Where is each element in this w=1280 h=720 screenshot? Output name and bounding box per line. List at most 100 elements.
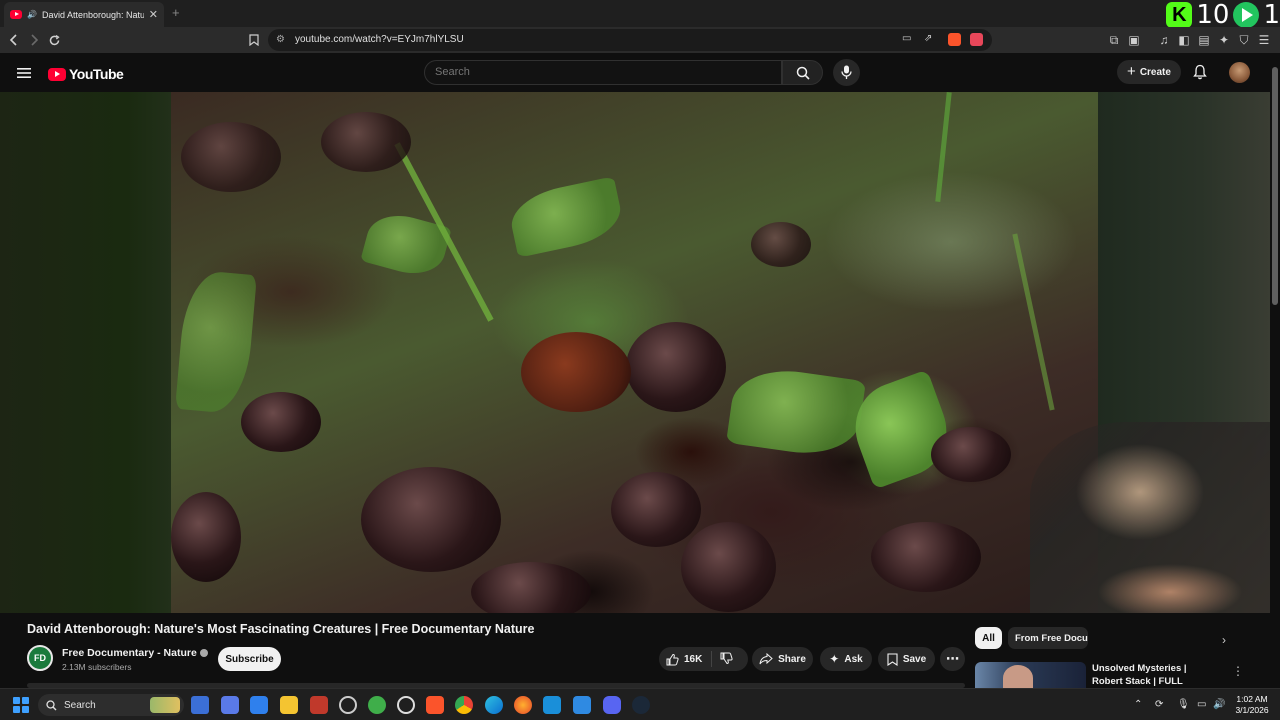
brave-browser-icon[interactable] — [426, 696, 444, 714]
share-page-icon[interactable]: ⇗ — [924, 33, 932, 44]
netflix-icon[interactable] — [310, 696, 328, 714]
video-grass — [935, 92, 952, 202]
taskbar-search[interactable]: Search — [38, 694, 184, 716]
video-leaf — [726, 363, 866, 461]
browser-tab[interactable]: 🔊 David Attenborough: Nature's ✕ — [4, 2, 164, 27]
sidebar-icon[interactable]: ◧ — [1176, 32, 1192, 48]
ask-label: Ask — [844, 653, 863, 665]
video-grass — [1012, 233, 1055, 411]
video-frame[interactable] — [171, 92, 1098, 613]
chip-all[interactable]: All — [975, 627, 1002, 649]
tray-volume-icon[interactable]: 🔊 — [1213, 699, 1225, 710]
video-ant — [471, 562, 591, 613]
search-box[interactable] — [424, 60, 782, 85]
music-icon[interactable]: ♫ — [1156, 32, 1172, 48]
menu-icon[interactable]: ☰ — [1256, 32, 1272, 48]
clock-app-icon[interactable] — [339, 696, 357, 714]
task-view-icon[interactable] — [191, 696, 209, 714]
video-leaf — [175, 269, 257, 415]
vscode-icon[interactable] — [573, 696, 591, 714]
thumbs-down-icon — [720, 652, 733, 665]
more-vertical-icon[interactable]: ⋮ — [1232, 664, 1244, 678]
app-icon[interactable] — [250, 696, 268, 714]
browser-tab-strip: 🔊 David Attenborough: Nature's ✕ + K 10 … — [0, 0, 1280, 30]
voice-search-button[interactable] — [833, 59, 860, 86]
windows-taskbar: Search ⌃ ⟳ 🎙 ▭ 🔊 1:02 AM 3/1/2026 — [0, 688, 1280, 720]
site-settings-icon[interactable]: ⚙ — [276, 34, 285, 45]
reload-icon[interactable] — [46, 32, 62, 48]
tray-mic-icon[interactable]: 🎙 — [1177, 699, 1190, 710]
clock-date: 3/1/2026 — [1235, 705, 1269, 715]
microphone-icon — [841, 65, 852, 79]
video-player-area[interactable] — [0, 92, 1270, 613]
notifications-bell-icon[interactable] — [1193, 64, 1207, 85]
vpn-icon[interactable]: ⛉ — [1236, 32, 1252, 48]
channel-avatar[interactable]: FD — [27, 645, 53, 671]
taskbar-clock[interactable]: 1:02 AM 3/1/2026 — [1230, 694, 1274, 716]
chrome-icon[interactable] — [455, 696, 473, 714]
back-icon[interactable] — [6, 32, 22, 48]
brave-shields-icon[interactable] — [948, 33, 961, 46]
search-highlight-icon — [150, 697, 180, 713]
video-ant — [751, 222, 811, 267]
subscribe-button[interactable]: Subscribe — [218, 647, 281, 671]
leo-ai-icon[interactable]: ✦ — [1216, 32, 1232, 48]
screenshot-icon[interactable]: ▣ — [1126, 32, 1142, 48]
extensions-icon[interactable]: ⧉ — [1106, 32, 1122, 48]
address-bar[interactable]: ⚙ youtube.com/watch?v=EYJm7hlYLSU ▭ ⇗ — [268, 29, 992, 51]
verified-badge-icon — [199, 649, 208, 658]
recommendation-thumbnail[interactable] — [975, 662, 1086, 688]
user-avatar[interactable] — [1229, 62, 1250, 83]
steam-icon[interactable] — [632, 696, 650, 714]
video-ant — [871, 522, 981, 592]
audio-playing-icon[interactable]: 🔊 — [27, 10, 37, 19]
windows-start-icon[interactable] — [13, 697, 29, 713]
infinity-app-icon[interactable] — [543, 696, 561, 714]
share-icon — [759, 653, 773, 665]
streak-widget: K 10 1 — [1166, 0, 1280, 30]
brave-rewards-icon[interactable] — [970, 33, 983, 46]
ask-button[interactable]: ✦ Ask — [820, 647, 872, 671]
hamburger-menu-icon[interactable] — [17, 66, 31, 84]
more-actions-button[interactable]: ⋯ — [940, 647, 965, 671]
play-icon — [1233, 2, 1260, 28]
obs-icon[interactable] — [397, 696, 415, 714]
tray-sync-icon[interactable]: ⟳ — [1155, 699, 1163, 710]
forward-icon[interactable] — [26, 32, 42, 48]
widgets-icon[interactable] — [221, 696, 239, 714]
youtube-masthead: YouTube + Create — [0, 53, 1270, 92]
like-button[interactable]: 16K — [666, 653, 702, 666]
share-button[interactable]: Share — [752, 647, 813, 671]
firefox-icon[interactable] — [514, 696, 532, 714]
search-button[interactable] — [782, 60, 823, 85]
cast-icon[interactable]: ▭ — [902, 33, 911, 44]
youtube-favicon-icon — [10, 10, 22, 19]
save-button[interactable]: Save — [878, 647, 935, 671]
vpn-app-icon[interactable] — [368, 696, 386, 714]
thumbnail-face — [1003, 665, 1033, 688]
chip-from-channel[interactable]: From Free Docu — [1008, 627, 1088, 649]
close-tab-icon[interactable]: ✕ — [149, 8, 158, 21]
scrollbar-thumb[interactable] — [1272, 67, 1278, 305]
channel-name-link[interactable]: Free Documentary - Nature — [62, 647, 208, 659]
channel-avatar-text: FD — [34, 653, 46, 663]
thumbs-up-icon — [666, 653, 679, 665]
streak-left-value: 10 — [1196, 0, 1230, 30]
search-input[interactable] — [435, 66, 765, 78]
video-leaf — [505, 176, 627, 258]
new-tab-button[interactable]: + — [172, 5, 180, 20]
tray-network-icon[interactable]: ▭ — [1197, 699, 1206, 710]
create-button[interactable]: + Create — [1117, 60, 1181, 84]
search-icon — [46, 699, 57, 710]
edge-icon[interactable] — [485, 696, 503, 714]
discord-icon[interactable] — [603, 696, 621, 714]
chevron-right-icon[interactable]: › — [1222, 633, 1226, 647]
page-scrollbar[interactable] — [1270, 53, 1280, 688]
youtube-logo[interactable]: YouTube — [48, 66, 124, 82]
wallet-icon[interactable]: ▤ — [1196, 32, 1212, 48]
tray-overflow-icon[interactable]: ⌃ — [1134, 699, 1142, 710]
bookmark-icon[interactable] — [246, 32, 262, 48]
video-ant — [171, 492, 241, 582]
dislike-button[interactable] — [720, 652, 733, 670]
file-explorer-icon[interactable] — [280, 696, 298, 714]
